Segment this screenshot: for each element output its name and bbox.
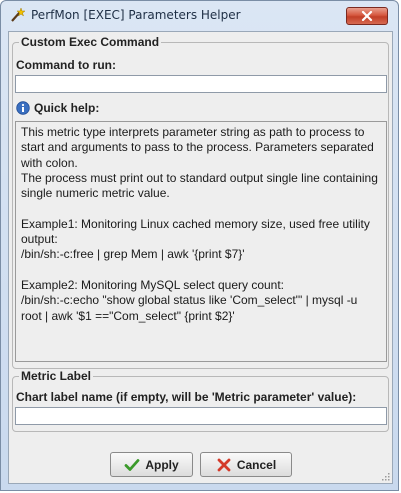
- apply-button[interactable]: Apply: [110, 452, 193, 477]
- dialog-content: Custom Exec Command Command to run: Quic…: [8, 31, 393, 484]
- close-icon: [361, 11, 373, 21]
- cancel-button-label: Cancel: [236, 457, 277, 472]
- checkmark-icon: [124, 458, 140, 471]
- command-input[interactable]: [15, 75, 387, 93]
- custom-exec-group-title: Custom Exec Command: [19, 35, 162, 49]
- resize-grip-icon[interactable]: [380, 471, 390, 481]
- dialog-window: PerfMon [EXEC] Parameters Helper Custom …: [0, 0, 399, 491]
- title-bar[interactable]: PerfMon [EXEC] Parameters Helper: [1, 1, 398, 29]
- close-button[interactable]: [346, 7, 388, 25]
- command-label: Command to run:: [16, 58, 116, 72]
- metric-label-group-title: Metric Label: [19, 369, 94, 383]
- chart-label-input[interactable]: [15, 407, 387, 425]
- info-icon: [16, 101, 30, 115]
- cancel-button[interactable]: Cancel: [200, 452, 292, 477]
- quick-help-label: Quick help:: [34, 101, 100, 115]
- apply-button-label: Apply: [145, 457, 179, 472]
- chart-label-name-label: Chart label name (if empty, will be 'Met…: [16, 390, 357, 404]
- app-wand-icon: [9, 7, 26, 23]
- x-mark-icon: [217, 458, 231, 471]
- quick-help-heading: Quick help:: [16, 101, 99, 115]
- metric-label-group: Metric Label Chart label name (if empty,…: [12, 369, 389, 432]
- window-title: PerfMon [EXEC] Parameters Helper: [31, 8, 241, 22]
- quick-help-text: This metric type interprets parameter st…: [15, 121, 387, 362]
- custom-exec-group: Custom Exec Command Command to run: Quic…: [12, 35, 389, 369]
